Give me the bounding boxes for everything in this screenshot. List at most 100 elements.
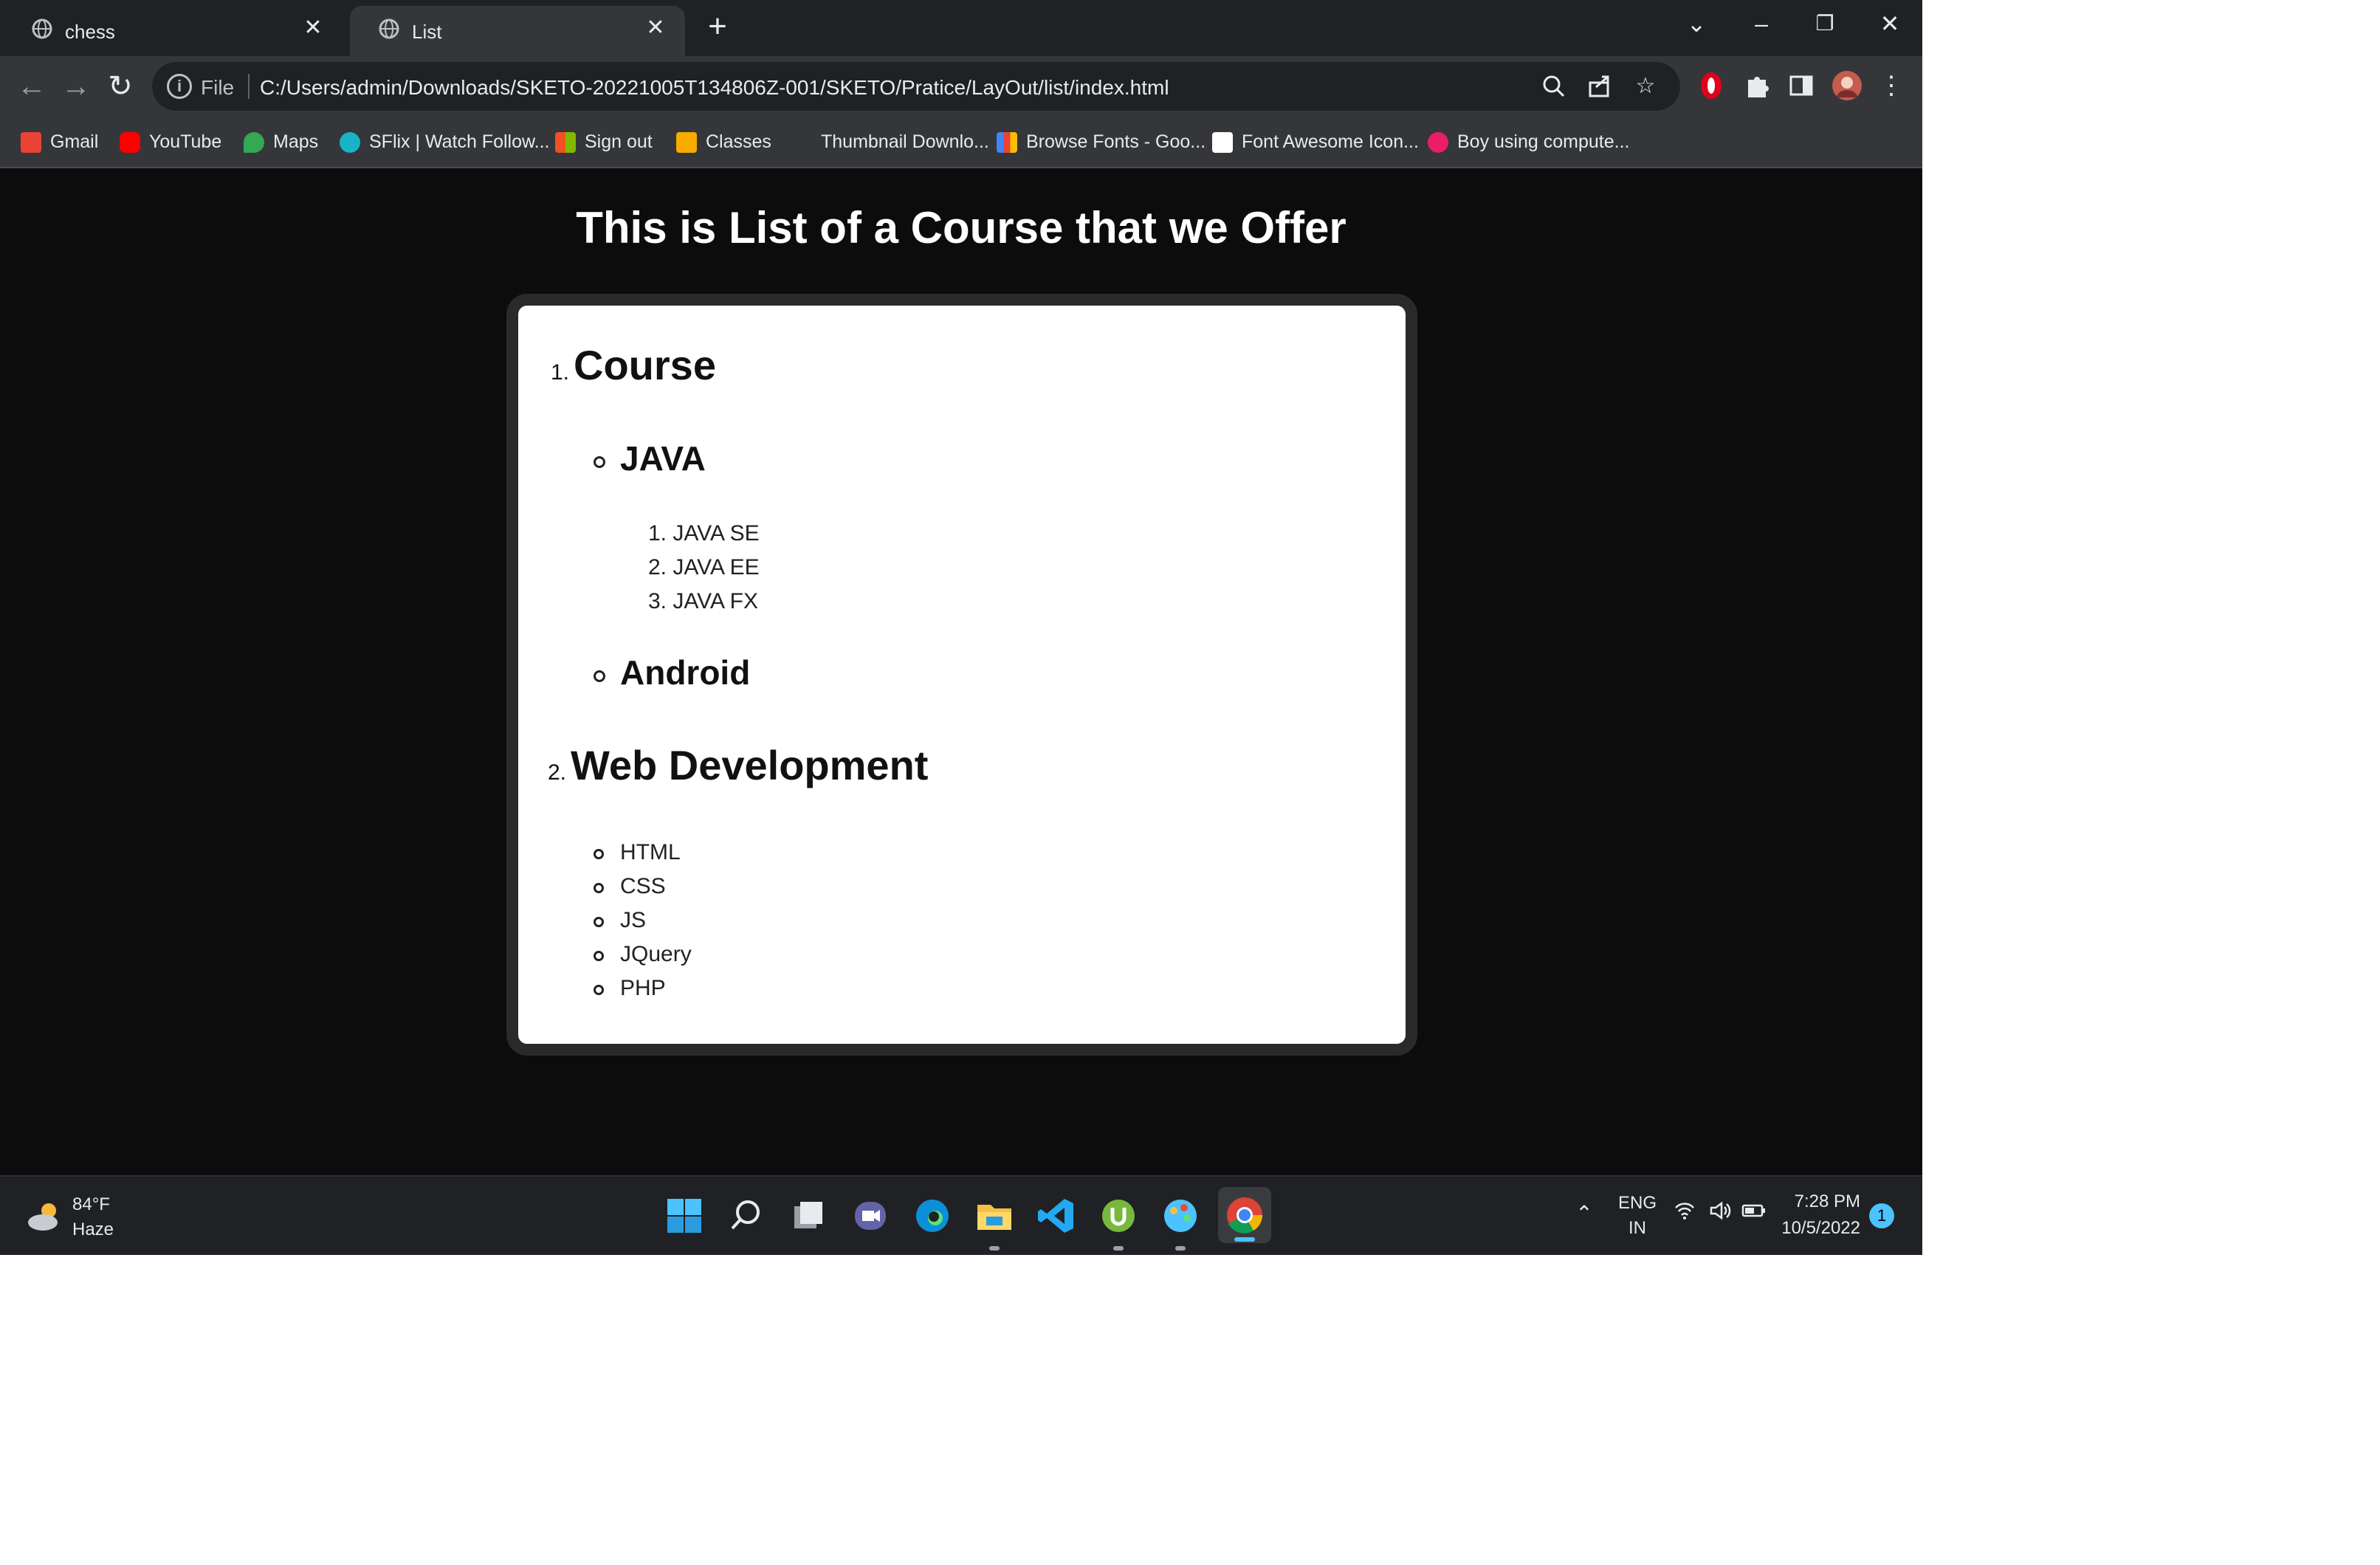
windows-logo-icon xyxy=(667,1199,701,1233)
address-bar[interactable]: i File C:/Users/admin/Downloads/SKETO-20… xyxy=(152,62,1680,111)
list-item-label: JAVA EE xyxy=(673,555,760,579)
desktop-screen: chess ✕ List ✕ + ⌄ – ❐ ✕ ← → ↻ i File C:… xyxy=(0,0,1922,1255)
course-card-frame: 1. Course JAVA 1. JAVA SE 2. JAVA EE 3. J… xyxy=(506,294,1417,1056)
list-item-css: CSS xyxy=(620,874,666,898)
list-item-course: 1. Course xyxy=(551,341,716,389)
taskbar: 84°F Haze ⌃ ENG IN 7:28 PM 10/5/2022 1 xyxy=(0,1175,1922,1255)
list-item-java: JAVA xyxy=(620,439,706,478)
palette-icon xyxy=(1164,1200,1197,1232)
notification-badge[interactable]: 1 xyxy=(1869,1203,1894,1228)
extensions-icon[interactable] xyxy=(1741,69,1773,102)
url-text[interactable]: C:/Users/admin/Downloads/SKETO-20221005T… xyxy=(260,76,1169,100)
flag-icon xyxy=(1212,132,1233,154)
reload-icon[interactable]: ↻ xyxy=(103,69,137,103)
chrome-button[interactable] xyxy=(1218,1187,1271,1243)
bookmark-youtube[interactable]: YouTube xyxy=(120,127,221,156)
chrome-icon xyxy=(1227,1197,1263,1234)
bookmark-font-awesome[interactable]: Font Awesome Icon... xyxy=(1212,127,1419,156)
play-icon xyxy=(340,132,360,154)
info-icon[interactable]: i xyxy=(167,74,192,99)
utorrent-button[interactable] xyxy=(1097,1194,1140,1237)
google-fonts-icon xyxy=(997,132,1017,154)
bookmark-sflix[interactable]: SFlix | Watch Follow... xyxy=(340,127,550,156)
edge-button[interactable] xyxy=(911,1194,954,1237)
tab-list[interactable]: List ✕ xyxy=(350,6,685,56)
bullet-icon xyxy=(594,849,604,859)
bookmark-classes[interactable]: Classes xyxy=(676,127,771,156)
region-code: IN xyxy=(1628,1218,1646,1238)
restore-button[interactable]: ❐ xyxy=(1803,7,1847,40)
bookmark-boy-using-computer[interactable]: Boy using compute... xyxy=(1428,127,1629,156)
bookmark-maps[interactable]: Maps xyxy=(244,127,318,156)
scheme-label: File xyxy=(201,76,235,99)
running-indicator xyxy=(1175,1246,1186,1251)
task-view-icon xyxy=(794,1202,822,1228)
list-item-html: HTML xyxy=(620,840,681,864)
list-item-java-ee: 2. JAVA EE xyxy=(648,555,760,580)
tab-search-icon[interactable]: ⌄ xyxy=(1674,7,1719,40)
battery-icon[interactable] xyxy=(1739,1199,1769,1228)
list-item-jquery: JQuery xyxy=(620,942,692,966)
chevron-up-icon[interactable]: ⌃ xyxy=(1569,1199,1599,1228)
tab-chess[interactable]: chess ✕ xyxy=(3,6,343,56)
clock-date: 10/5/2022 xyxy=(1781,1218,1860,1238)
vscode-icon xyxy=(1038,1199,1073,1233)
list-item-android: Android xyxy=(620,653,751,692)
search-icon xyxy=(731,1200,760,1230)
list-number: 1. xyxy=(551,360,570,385)
list-item-label: Web Development xyxy=(571,742,929,788)
profile-avatar[interactable] xyxy=(1831,69,1863,102)
search-button[interactable] xyxy=(725,1194,768,1237)
list-item-label: Course xyxy=(574,342,716,388)
bullet-icon xyxy=(594,883,604,893)
folder-icon xyxy=(977,1205,1011,1230)
back-arrow-icon[interactable]: ← xyxy=(15,69,49,103)
side-panel-icon[interactable] xyxy=(1785,69,1817,102)
youtube-icon xyxy=(120,132,140,154)
list-item-php: PHP xyxy=(620,976,666,1000)
new-tab-button[interactable]: + xyxy=(701,10,734,43)
page-title: This is List of a Course that we Offer xyxy=(576,203,1347,252)
teams-chat-button[interactable] xyxy=(849,1194,892,1237)
bookmark-browse-fonts[interactable]: Browse Fonts - Goo... xyxy=(997,127,1206,156)
utorrent-icon xyxy=(1102,1200,1135,1232)
list-item-java-fx: 3. JAVA FX xyxy=(648,589,758,614)
close-icon[interactable]: ✕ xyxy=(300,15,326,41)
start-button[interactable] xyxy=(663,1194,706,1237)
maps-pin-icon xyxy=(244,132,264,154)
share-icon[interactable] xyxy=(1586,72,1614,100)
wifi-icon[interactable] xyxy=(1670,1199,1699,1228)
bookmark-thumbnail-downloader[interactable]: Thumbnail Downlo... xyxy=(791,127,989,156)
file-explorer-button[interactable] xyxy=(973,1194,1016,1237)
forward-arrow-icon[interactable]: → xyxy=(59,69,93,103)
globe-icon xyxy=(379,18,399,39)
zoom-icon[interactable] xyxy=(1540,72,1568,100)
task-view-button[interactable] xyxy=(787,1194,830,1237)
minimize-button[interactable]: – xyxy=(1739,7,1784,40)
list-item-web-development: 2. Web Development xyxy=(548,741,928,789)
volume-icon[interactable] xyxy=(1705,1199,1735,1228)
page-viewport: This is List of a Course that we Offer 1… xyxy=(0,170,1922,1175)
close-icon[interactable]: ✕ xyxy=(642,15,669,41)
list-item-label: JAVA FX xyxy=(673,589,758,613)
course-card: 1. Course JAVA 1. JAVA SE 2. JAVA EE 3. J… xyxy=(518,306,1406,1044)
language-code: ENG xyxy=(1617,1193,1657,1213)
star-icon[interactable]: ☆ xyxy=(1631,72,1660,100)
list-number: 2. xyxy=(648,555,667,579)
chat-icon xyxy=(855,1202,886,1230)
paint-app-button[interactable] xyxy=(1159,1194,1202,1237)
bookmark-sign-out[interactable]: Sign out xyxy=(555,127,653,156)
bookmark-gmail[interactable]: Gmail xyxy=(21,127,98,156)
bullet-icon xyxy=(594,670,605,682)
edge-icon xyxy=(916,1200,949,1232)
list-number: 1. xyxy=(648,521,667,546)
opera-vpn-icon[interactable] xyxy=(1695,69,1727,102)
menu-dots-icon[interactable]: ⋮ xyxy=(1875,69,1908,102)
vscode-button[interactable] xyxy=(1035,1194,1078,1237)
running-indicator xyxy=(989,1246,1000,1251)
close-window-button[interactable]: ✕ xyxy=(1868,7,1912,40)
running-indicator xyxy=(1113,1246,1124,1251)
page-icon xyxy=(791,132,812,154)
tab-label: chess xyxy=(65,21,115,43)
drop-icon xyxy=(1428,132,1448,154)
